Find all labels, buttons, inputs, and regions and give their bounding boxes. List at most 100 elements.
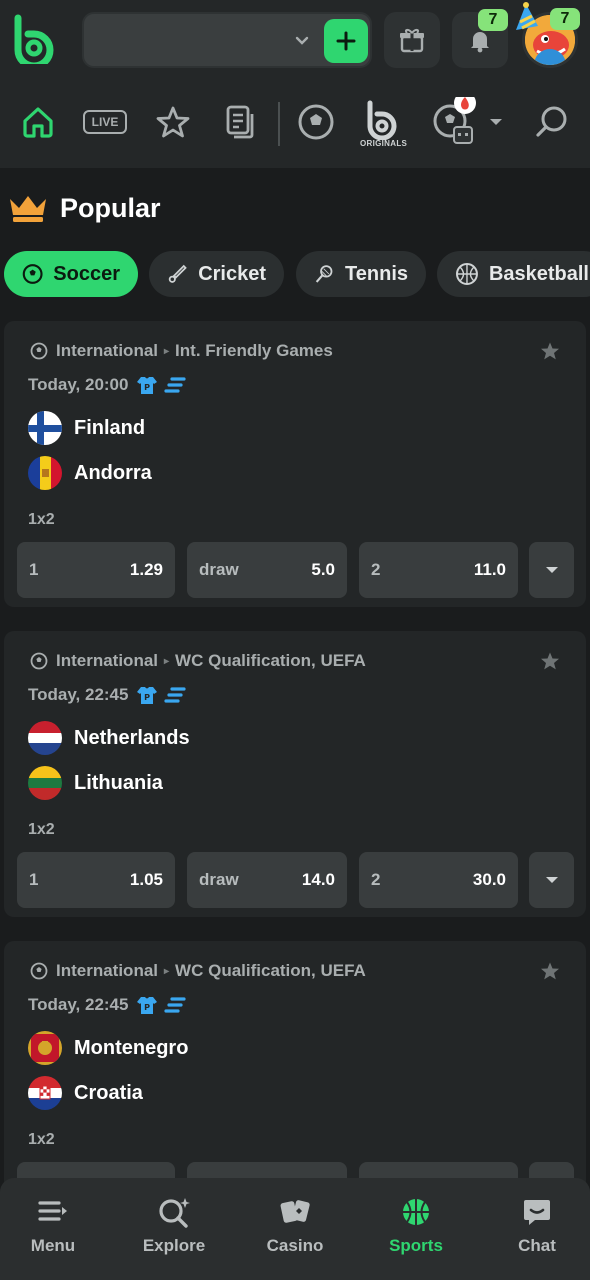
originals-label: ORIGINALS: [360, 139, 408, 148]
brand-logo-icon[interactable]: [12, 14, 56, 70]
odds-button-away[interactable]: 2 30.0: [359, 852, 518, 908]
bottom-nav-sports[interactable]: Sports: [361, 1196, 471, 1256]
team-away: Lithuania: [28, 766, 163, 800]
cricket-icon: [168, 264, 187, 283]
more-markets-button[interactable]: [529, 852, 574, 908]
bottom-nav-menu[interactable]: Menu: [0, 1196, 108, 1256]
market-label: 1x2: [28, 511, 55, 528]
match-category: International: [56, 341, 159, 360]
more-markets-button[interactable]: [529, 542, 574, 598]
bottom-nav: Menu Explore Casino Sports Chat: [0, 1178, 590, 1280]
chip-label: Soccer: [53, 262, 120, 285]
sport-chips: Soccer Cricket Tennis Basketball: [4, 251, 590, 297]
explore-icon: [159, 1198, 190, 1228]
svg-text:P: P: [145, 693, 151, 702]
odds-label: 2: [371, 560, 381, 579]
match-category: International: [56, 651, 159, 670]
casino-icon: [280, 1200, 310, 1223]
basketball-icon: [455, 263, 478, 285]
soccer-sports-icon[interactable]: [294, 100, 338, 144]
rewards-button[interactable]: [384, 12, 440, 68]
chat-icon: [524, 1200, 550, 1225]
favorite-star-icon[interactable]: [540, 651, 560, 676]
odds-value: 5.0: [311, 560, 335, 579]
bottom-nav-explore[interactable]: Explore: [119, 1196, 229, 1256]
team-home: Netherlands: [28, 721, 190, 755]
team-name: Montenegro: [74, 1036, 189, 1059]
match-league: International ▸ Int. Friendly Games: [30, 341, 333, 361]
match-card[interactable]: International ▸ WC Qualification, UEFA T…: [4, 631, 586, 917]
match-time: Today, 22:45 P: [28, 995, 187, 1015]
odds-label: draw: [199, 870, 239, 889]
odds-value: 1.29: [129, 560, 163, 579]
favorite-star-icon[interactable]: [540, 341, 560, 366]
deposit-button[interactable]: [324, 19, 368, 63]
match-time: Today, 22:45 P: [28, 685, 187, 705]
svg-text:P: P: [145, 1003, 151, 1012]
chip-soccer[interactable]: Soccer: [4, 251, 138, 297]
odds-button-home[interactable]: 1 1.29: [17, 542, 175, 598]
odds-value: 14.0: [301, 870, 335, 889]
chip-label: Tennis: [345, 262, 408, 285]
team-name: Finland: [74, 416, 146, 439]
chevron-right-icon: ▸: [164, 965, 170, 977]
soccer-icon: [30, 962, 48, 980]
odds-button-away[interactable]: 2 11.0: [359, 542, 518, 598]
odds-value: 30.0: [472, 870, 506, 889]
plus-icon: [336, 31, 356, 51]
team-name: Lithuania: [74, 771, 163, 794]
flag-andorra-icon: [28, 456, 62, 490]
sports-nav: LIVE ORIGINALS: [0, 80, 590, 168]
match-time-text: Today, 22:45: [28, 685, 129, 704]
stats-icon: [164, 997, 187, 1013]
jersey-icon: P: [137, 687, 158, 704]
soccer-icon: [30, 342, 48, 360]
favorites-star-icon[interactable]: [151, 100, 195, 144]
trending-sports-dropdown[interactable]: [428, 97, 508, 144]
chevron-right-icon: ▸: [164, 345, 170, 357]
match-time-text: Today, 20:00: [28, 375, 129, 394]
nav-divider: [278, 102, 280, 146]
odds-label: 1: [29, 870, 39, 889]
bottom-nav-label: Chat: [518, 1236, 556, 1255]
stats-icon: [164, 377, 187, 393]
match-tournament: Int. Friendly Games: [175, 341, 333, 360]
match-card[interactable]: International ▸ Int. Friendly Games Toda…: [4, 321, 586, 607]
team-home: Finland: [28, 411, 145, 445]
chip-cricket[interactable]: Cricket: [149, 251, 284, 297]
bottom-nav-chat[interactable]: Chat: [482, 1196, 590, 1256]
match-time: Today, 20:00 P: [28, 375, 187, 395]
market-label: 1x2: [28, 1131, 55, 1148]
bet-slip-icon[interactable]: [218, 100, 262, 144]
caret-down-icon: [545, 877, 558, 883]
popular-header: Popular: [8, 188, 161, 228]
chevron-right-icon: ▸: [164, 655, 170, 667]
originals-icon[interactable]: [360, 98, 404, 142]
search-icon[interactable]: [530, 100, 574, 144]
team-away: Andorra: [28, 456, 152, 490]
match-league: International ▸ WC Qualification, UEFA: [30, 961, 366, 981]
favorite-star-icon[interactable]: [540, 961, 560, 986]
wallet-selector[interactable]: [82, 12, 372, 68]
live-button[interactable]: LIVE: [82, 100, 128, 144]
gift-icon: [400, 29, 424, 53]
flag-finland-icon: [28, 411, 62, 445]
chevron-down-icon: [292, 31, 312, 51]
odds-button-home[interactable]: 1 1.05: [17, 852, 175, 908]
odds-button-draw[interactable]: draw 5.0: [187, 542, 347, 598]
home-icon[interactable]: [16, 100, 60, 144]
chip-tennis[interactable]: Tennis: [296, 251, 426, 297]
chip-basketball[interactable]: Basketball: [437, 251, 590, 297]
bottom-nav-casino[interactable]: Casino: [240, 1196, 350, 1256]
soccer-icon: [22, 264, 43, 284]
odds-button-draw[interactable]: draw 14.0: [187, 852, 347, 908]
bottom-nav-label: Explore: [142, 1236, 206, 1255]
match-tournament: WC Qualification, UEFA: [175, 961, 366, 980]
party-hat-icon: [516, 2, 538, 30]
team-away: Croatia: [28, 1076, 143, 1110]
svg-text:P: P: [145, 383, 151, 392]
odds-label: 1: [29, 560, 39, 579]
team-name: Croatia: [74, 1081, 143, 1104]
top-bar: 7 7: [0, 0, 590, 80]
match-time-text: Today, 22:45: [28, 995, 129, 1014]
